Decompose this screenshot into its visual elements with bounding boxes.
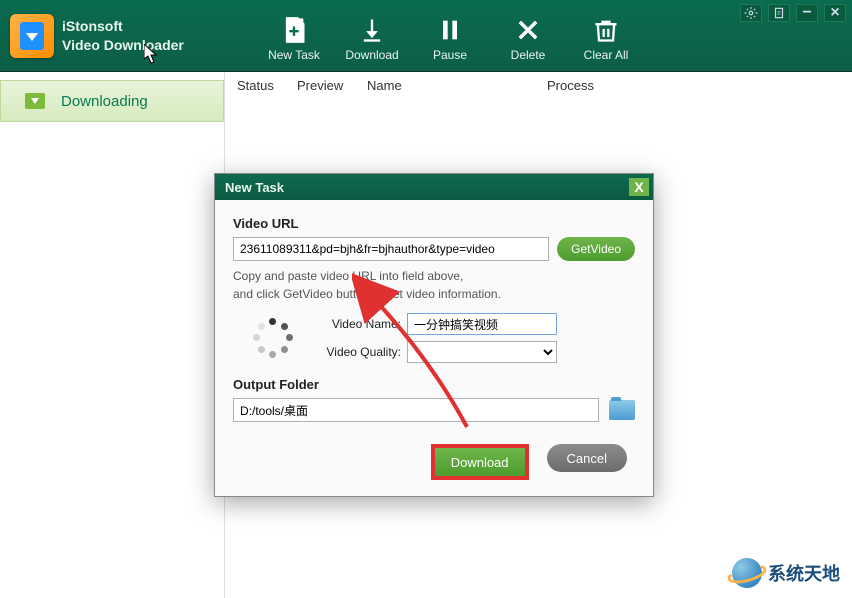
window-controls [740, 4, 846, 22]
dialog-body: Video URL GetVideo Copy and paste video … [215, 200, 653, 496]
video-url-input[interactable] [233, 237, 549, 261]
logo-area: iStonsoft Video Downloader [0, 0, 225, 71]
gear-icon [744, 6, 758, 20]
download-arrow-icon [358, 16, 386, 44]
output-folder-label: Output Folder [233, 377, 635, 392]
dialog-download-button[interactable]: Download [431, 444, 529, 480]
loading-spinner-icon [253, 318, 293, 358]
close-window-button[interactable] [824, 4, 846, 22]
clear-all-button[interactable]: Clear All [567, 9, 645, 69]
close-x-icon [514, 16, 542, 44]
pause-icon [436, 16, 464, 44]
app-logo-icon [10, 14, 54, 58]
dialog-cancel-button[interactable]: Cancel [547, 444, 627, 472]
hint-text: Copy and paste video URL into field abov… [233, 267, 635, 303]
downloading-tray-icon [25, 93, 45, 109]
file-plus-icon [280, 16, 308, 44]
document-icon [772, 6, 786, 20]
video-name-label: Video Name: [311, 317, 401, 331]
col-preview: Preview [297, 78, 367, 93]
app-title: iStonsoft Video Downloader [62, 17, 184, 53]
settings-button[interactable] [740, 4, 762, 22]
column-headers: Status Preview Name Process [225, 72, 852, 100]
col-process: Process [547, 78, 840, 93]
new-task-button[interactable]: New Task [255, 9, 333, 69]
dialog-title: New Task [225, 180, 284, 195]
video-quality-select[interactable] [407, 341, 557, 363]
sidebar: Downloading [0, 72, 225, 598]
watermark: 系统天地 [732, 558, 840, 588]
pause-button[interactable]: Pause [411, 9, 489, 69]
dialog-titlebar[interactable]: New Task X [215, 174, 653, 200]
video-quality-label: Video Quality: [311, 345, 401, 359]
col-name: Name [367, 78, 547, 93]
dialog-close-button[interactable]: X [629, 178, 649, 196]
get-video-button[interactable]: GetVideo [557, 237, 635, 261]
col-status: Status [237, 78, 297, 93]
globe-icon [732, 558, 762, 588]
output-folder-input[interactable] [233, 398, 599, 422]
sidebar-item-label: Downloading [61, 93, 148, 110]
trash-icon [592, 16, 620, 44]
delete-button[interactable]: Delete [489, 9, 567, 69]
new-task-dialog: New Task X Video URL GetVideo Copy and p… [214, 173, 654, 497]
video-url-label: Video URL [233, 216, 635, 231]
titlebar: iStonsoft Video Downloader New Task Down… [0, 0, 852, 72]
download-button[interactable]: Download [333, 9, 411, 69]
sidebar-item-downloading[interactable]: Downloading [0, 80, 224, 122]
minimize-button[interactable] [796, 4, 818, 22]
browse-folder-button[interactable] [609, 400, 635, 420]
video-name-input[interactable] [407, 313, 557, 335]
help-button[interactable] [768, 4, 790, 22]
